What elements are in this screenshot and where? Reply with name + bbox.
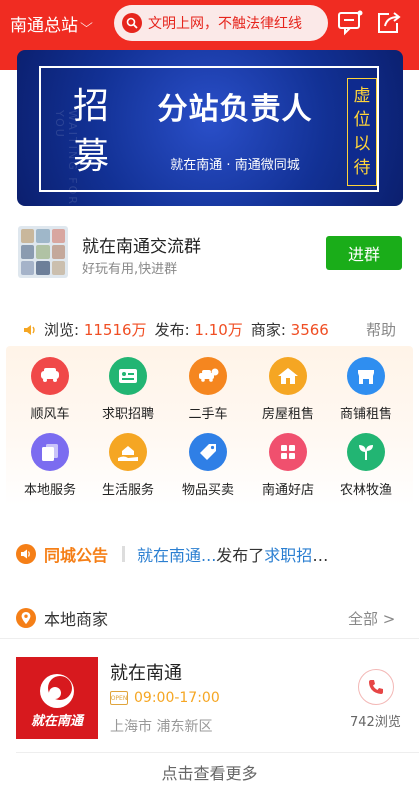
category-label: 求职招聘 <box>101 407 154 422</box>
sprout-icon <box>347 433 385 471</box>
vacancy-char: 位 <box>353 110 371 130</box>
notice-divider <box>122 546 126 562</box>
notice-verb: 发布了 <box>216 546 265 565</box>
category-label: 生活服务 <box>101 483 154 498</box>
category-item[interactable]: 求职招聘 <box>88 357 168 422</box>
location-pin-icon <box>16 608 36 628</box>
merchant-logo-text: 就在南通 <box>30 714 83 729</box>
category-item[interactable]: 房屋租售 <box>248 357 328 422</box>
views-value: 11516万 <box>83 321 147 339</box>
site-name: 南通总站 <box>10 16 78 36</box>
divider <box>16 752 419 753</box>
search-placeholder: 文明上网，不触法律红线 <box>148 16 302 32</box>
category-item[interactable]: 物品买卖 <box>168 433 248 498</box>
category-item[interactable]: 生活服务 <box>88 433 168 498</box>
group-subtitle: 好玩有用,快进群 <box>82 262 178 277</box>
category-item[interactable]: 农林牧渔 <box>326 433 406 498</box>
category-item[interactable]: 南通好店 <box>248 433 328 498</box>
merchants-value: 3566 <box>290 320 329 339</box>
category-label: 本地服务 <box>23 483 76 498</box>
grid-icon <box>269 433 307 471</box>
recruit-banner[interactable]: WAITING FOR YOU 招 募 分站负责人 就在南通 · 南通微同城 虚… <box>17 50 403 206</box>
load-more-button[interactable]: 点击查看更多 <box>0 760 419 784</box>
posts-value: 1.10万 <box>194 321 243 339</box>
merchant-location: 上海市 浦东新区 <box>110 719 213 735</box>
category-item[interactable]: 二手车 <box>168 357 248 422</box>
merchant-logo[interactable]: 就在南通 <box>16 657 98 739</box>
category-label: 农林牧渔 <box>339 483 392 498</box>
speaker-icon <box>16 544 36 564</box>
category-label: 南通好店 <box>261 483 314 498</box>
search-bar[interactable]: 文明上网，不触法律红线 <box>114 5 328 41</box>
speaker-icon <box>24 324 35 335</box>
category-label: 房屋租售 <box>261 407 314 422</box>
vacancy-char: 待 <box>353 158 371 178</box>
merchant-hours-text: 09:00-17:00 <box>134 690 220 706</box>
shop-icon <box>347 357 385 395</box>
category-item[interactable]: 商铺租售 <box>326 357 406 422</box>
banner-title: 分站负责人 <box>157 92 313 127</box>
message-icon[interactable] <box>336 8 364 36</box>
stats-bar: 浏览: 11516万 发布: 1.10万 商家: 3566 <box>22 319 329 340</box>
search-icon <box>122 13 142 33</box>
category-label: 物品买卖 <box>181 483 234 498</box>
view-all-link[interactable]: 全部 > <box>348 608 395 629</box>
vacancy-char: 虚 <box>353 86 371 106</box>
vacancy-char: 以 <box>353 134 371 154</box>
vacancy-label: 虚 位 以 待 <box>347 78 377 186</box>
share-icon[interactable] <box>375 8 403 36</box>
notice-text: 就在南通...发布了求职招… <box>137 542 328 566</box>
category-label: 二手车 <box>188 407 228 422</box>
phone-icon <box>369 680 383 694</box>
hand-house-icon <box>109 433 147 471</box>
open-badge-icon: OPEN <box>110 691 128 705</box>
divider <box>0 638 419 639</box>
id-card-icon <box>109 357 147 395</box>
category-item[interactable]: 顺风车 <box>10 357 90 422</box>
site-switcher[interactable]: 南通总站 ⌵ <box>10 11 93 36</box>
help-link[interactable]: 帮助 <box>366 319 396 340</box>
category-label: 商铺租售 <box>339 407 392 422</box>
group-title: 就在南通交流群 <box>82 237 201 257</box>
tag-icon <box>189 433 227 471</box>
banner-subtitle: 就在南通 · 南通微同城 <box>170 158 300 173</box>
views-label: 浏览: <box>44 321 80 339</box>
car-icon <box>31 357 69 395</box>
notice-author: 就在南通... <box>137 546 217 565</box>
group-avatar <box>18 226 68 278</box>
join-group-button[interactable]: 进群 <box>326 236 402 270</box>
notice-category: 求职招 <box>264 546 313 565</box>
merchant-views: 742浏览 <box>350 715 401 730</box>
used-car-icon <box>189 357 227 395</box>
merchant-hours: OPEN 09:00-17:00 <box>110 690 220 706</box>
category-label: 顺风车 <box>30 407 70 422</box>
category-item[interactable]: 本地服务 <box>10 433 90 498</box>
city-notice[interactable]: 同城公告 就在南通...发布了求职招… <box>16 542 328 566</box>
merchant-name[interactable]: 就在南通 <box>110 659 182 685</box>
notice-ellipsis: … <box>312 546 329 565</box>
recruit-char: 招 <box>72 86 109 127</box>
recruit-label: 招 募 <box>69 78 113 186</box>
posts-label: 发布: <box>154 321 190 339</box>
copy-icon <box>31 433 69 471</box>
chevron-down-icon: ⌵ <box>80 16 93 30</box>
merchants-label: 商家: <box>250 321 286 339</box>
house-icon <box>269 357 307 395</box>
merchants-title: 本地商家 <box>44 610 109 629</box>
merchants-header: 本地商家 <box>16 606 108 630</box>
notice-tag: 同城公告 <box>44 546 109 565</box>
recruit-char: 募 <box>72 136 109 177</box>
phone-call-button[interactable] <box>358 669 394 705</box>
